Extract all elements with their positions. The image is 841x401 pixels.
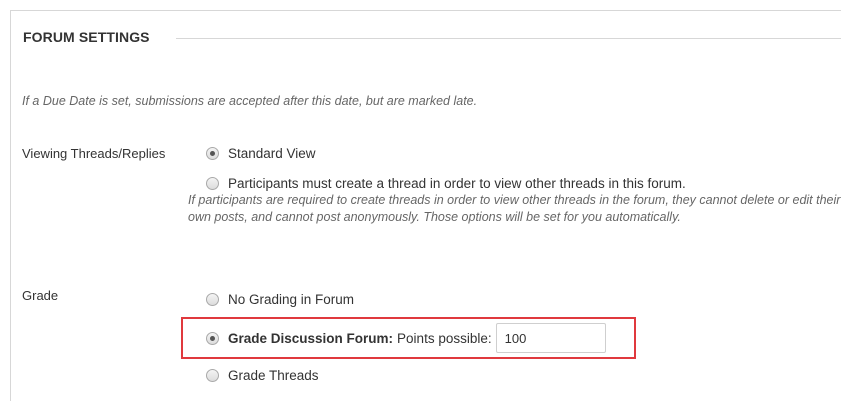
radio-button-checked[interactable] bbox=[206, 147, 219, 160]
radio-button[interactable] bbox=[206, 177, 219, 190]
points-possible-label: Points possible: bbox=[397, 330, 492, 346]
radio-button[interactable] bbox=[206, 293, 219, 306]
radio-no-grading[interactable]: No Grading in Forum bbox=[206, 292, 354, 307]
radio-button[interactable] bbox=[206, 369, 219, 382]
no-grading-label: No Grading in Forum bbox=[228, 292, 355, 307]
viewing-threads-label: Viewing Threads/Replies bbox=[22, 146, 166, 161]
viewing-option-description: If participants are required to create t… bbox=[188, 193, 841, 224]
participants-must-create-thread-label: Participants must create a thread in ord… bbox=[228, 176, 686, 191]
due-date-note: If a Due Date is set, submissions are ac… bbox=[22, 94, 478, 108]
points-possible-input[interactable] bbox=[495, 323, 606, 353]
radio-participants-must-create-thread[interactable]: Participants must create a thread in ord… bbox=[206, 176, 686, 191]
radio-grade-discussion-forum[interactable]: Grade Discussion Forum: Points possible: bbox=[206, 323, 606, 353]
standard-view-label: Standard View bbox=[228, 146, 316, 161]
radio-standard-view[interactable]: Standard View bbox=[206, 146, 316, 161]
grade-discussion-forum-label: Grade Discussion Forum: bbox=[228, 330, 394, 346]
grade-label: Grade bbox=[22, 288, 59, 303]
radio-button-checked[interactable] bbox=[206, 331, 219, 345]
grade-threads-label: Grade Threads bbox=[228, 368, 319, 383]
radio-grade-threads[interactable]: Grade Threads bbox=[206, 368, 319, 383]
section-divider bbox=[176, 38, 841, 39]
section-title: FORUM SETTINGS bbox=[23, 29, 150, 45]
